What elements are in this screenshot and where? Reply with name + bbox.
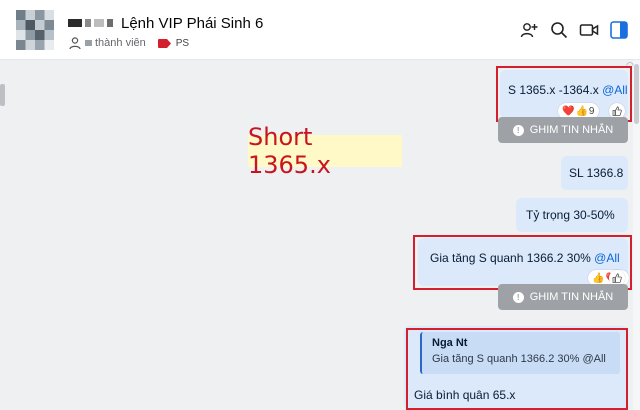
- pin-label: GHIM TIN NHẮN: [529, 291, 614, 303]
- left-scroll-thumb[interactable]: [0, 84, 5, 106]
- add-member-icon: [520, 23, 538, 38]
- video-call-icon: [579, 24, 599, 36]
- highlight-frame: [496, 66, 632, 122]
- quoted-message[interactable]: Nga Nt Gia tăng S quanh 1366.2 30% @All: [420, 332, 620, 374]
- overlay-annotation: Short 1365.x: [248, 123, 402, 179]
- message-bubble[interactable]: SL 1366.8: [561, 156, 628, 190]
- title-row: Lệnh VIP Phái Sinh 6: [68, 14, 263, 32]
- message-text: SL 1366.8: [569, 166, 624, 180]
- chat-header: Lệnh VIP Phái Sinh 6 thành viên PS: [0, 0, 640, 60]
- pin-icon: !: [512, 291, 524, 303]
- pin-message-button[interactable]: ! GHIM TIN NHẮN: [498, 284, 628, 310]
- highlight-frame: [413, 235, 632, 290]
- group-avatar[interactable]: [16, 10, 54, 50]
- members-icon: [69, 37, 81, 50]
- blurred-text: [107, 19, 113, 27]
- blurred-count: [85, 40, 92, 46]
- message-text: Giá bình quân 65.x: [414, 388, 516, 402]
- scrollbar-thumb[interactable]: [634, 64, 639, 124]
- pin-label: GHIM TIN NHẮN: [529, 124, 614, 136]
- search-icon: [551, 22, 568, 39]
- members-label[interactable]: thành viên: [95, 37, 146, 49]
- blurred-text: [85, 19, 91, 27]
- group-title[interactable]: Lệnh VIP Phái Sinh 6: [121, 15, 263, 32]
- tag-icon: [157, 38, 171, 48]
- quote-author: Nga Nt: [432, 337, 468, 349]
- tag-label[interactable]: PS: [176, 38, 189, 49]
- pin-icon: !: [512, 124, 524, 136]
- pin-message-button[interactable]: ! GHIM TIN NHẮN: [498, 117, 628, 143]
- video-call-button[interactable]: [579, 20, 599, 40]
- quote-text: Gia tăng S quanh 1366.2 30% @All: [432, 353, 606, 365]
- group-subtitle: thành viên PS: [68, 36, 189, 50]
- add-member-button[interactable]: [519, 20, 539, 40]
- search-button[interactable]: [549, 20, 569, 40]
- sidebar-toggle-button[interactable]: [609, 20, 629, 40]
- message-text: Tỷ trọng 30-50%: [526, 208, 615, 222]
- message-bubble[interactable]: Tỷ trọng 30-50%: [516, 198, 628, 232]
- blurred-text: [68, 19, 82, 27]
- blurred-text: [94, 19, 104, 27]
- sidebar-toggle-icon: [610, 21, 628, 39]
